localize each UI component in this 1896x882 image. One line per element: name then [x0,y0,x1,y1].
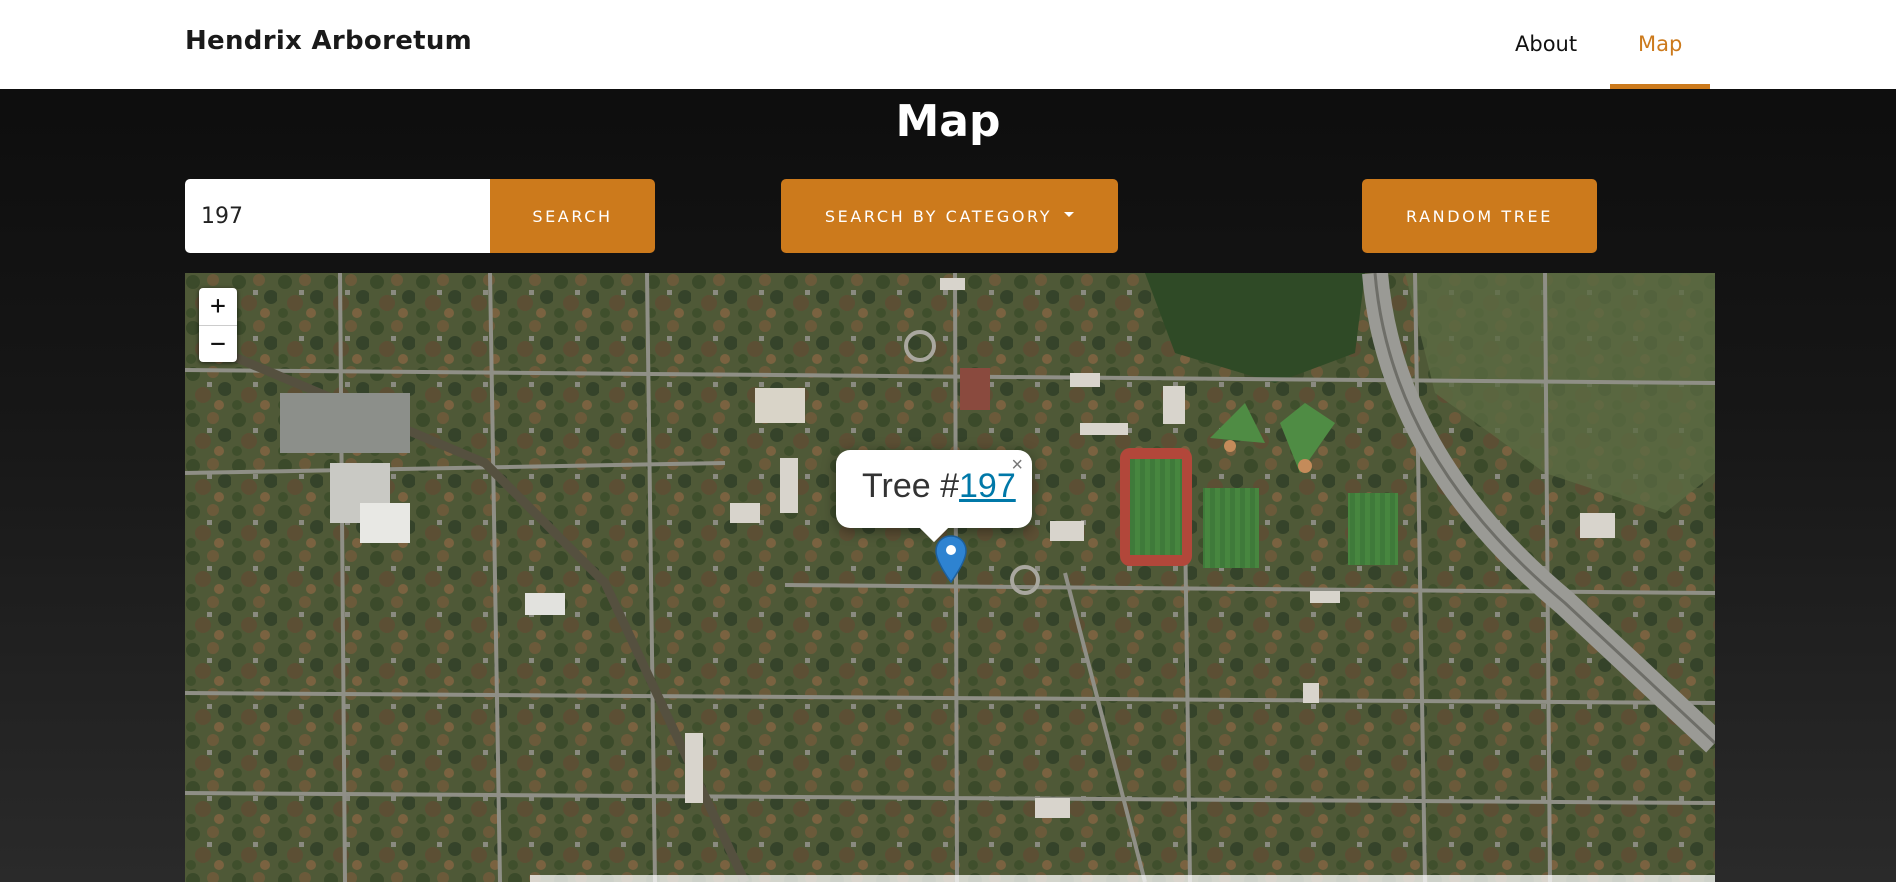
search-input[interactable] [185,179,490,253]
tree-popup: Tree #197 × [836,450,1032,528]
nav-link-map[interactable]: Map [1610,0,1711,89]
search-group: Search [185,179,655,253]
zoom-out-button[interactable]: − [199,325,237,362]
nav-link-about[interactable]: About [1487,0,1605,89]
search-button[interactable]: Search [490,179,655,253]
map-pin-icon[interactable] [935,535,967,583]
zoom-in-button[interactable]: + [199,288,237,325]
page-title: Map [895,96,1001,147]
popup-text: Tree #197 [862,467,1016,506]
brand-link[interactable]: Hendrix Arboretum [185,26,472,56]
tree-id-link[interactable]: 197 [959,467,1016,505]
popup-prefix: Tree # [862,467,960,505]
search-by-category-button[interactable]: Search by Category [781,179,1118,253]
category-button-label: Search by Category [824,206,1053,226]
map[interactable]: + − Tree #197 × [185,273,1715,882]
caret-down-icon [1064,211,1075,217]
navbar: Hendrix Arboretum About Map [0,0,1896,89]
map-attribution-bar [530,875,1715,882]
popup-close-button[interactable]: × [1011,454,1023,477]
zoom-control: + − [199,288,237,362]
random-tree-button[interactable]: Random Tree [1362,179,1597,253]
